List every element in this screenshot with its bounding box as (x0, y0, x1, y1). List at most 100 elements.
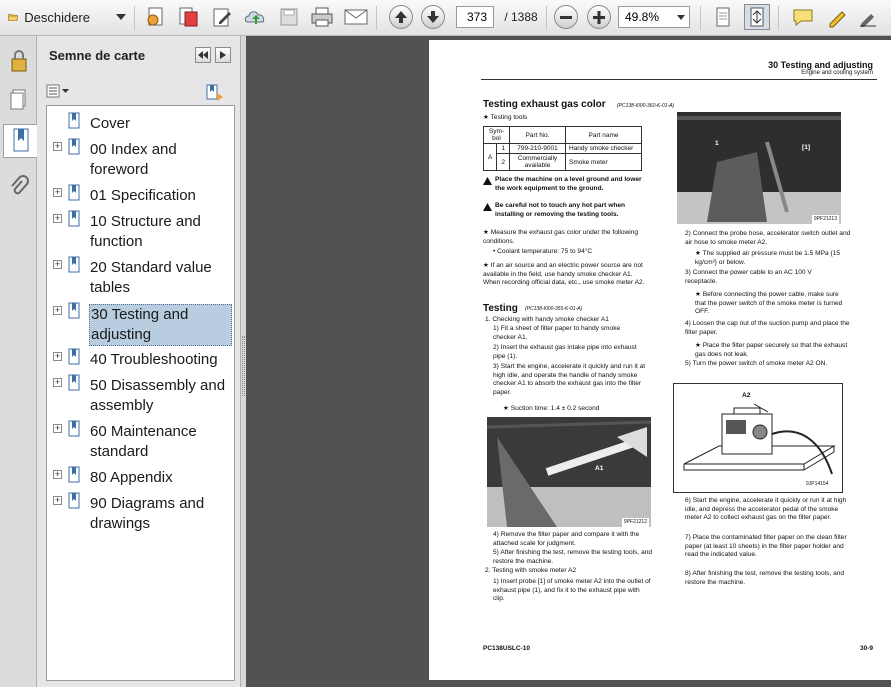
expand-icon[interactable]: + (53, 378, 62, 387)
previous-page-button[interactable] (388, 4, 414, 30)
table-cell: Commercially available (509, 153, 566, 171)
step-text: 1. Checking with handy smoke checker A1 (485, 316, 609, 323)
zoom-out-button[interactable] (553, 4, 579, 30)
bookmark-label: 10 Structure and function (90, 213, 201, 250)
open-label: Deschidere (24, 9, 90, 25)
table-cell: Handy smoke checker (565, 143, 642, 154)
expand-icon[interactable]: + (53, 214, 62, 223)
table-header: Part No. (509, 126, 566, 144)
warning-icon (483, 177, 492, 185)
expand-icon[interactable]: + (53, 260, 62, 269)
step-text: 3) Connect the power cable to an AC 100 … (685, 269, 812, 285)
bookmark-icon (66, 210, 84, 233)
comment-icon[interactable] (790, 4, 816, 30)
expand-panel-button[interactable] (215, 47, 231, 63)
save-icon[interactable] (276, 4, 302, 30)
step-text: 8) After finishing the test, remove the … (685, 570, 845, 586)
table-cell: 2 (496, 153, 510, 171)
collapse-panel-button[interactable] (195, 47, 211, 63)
figure-drawing (683, 403, 836, 475)
testing-heading: Testing (483, 303, 518, 314)
bookmarks-panel: Semne de carte Cover +00 Index and forewo… (37, 36, 240, 687)
toolbar: Deschidere 373 / 1388 49.8% (0, 0, 891, 36)
bookmark-icon (66, 492, 84, 515)
table-cell: Smoke meter (565, 153, 642, 171)
navigation-strip (0, 36, 37, 687)
chevron-down-icon (677, 14, 685, 20)
testing-tools-note: ★ Testing tools (483, 114, 528, 121)
expand-icon[interactable]: + (53, 306, 62, 315)
bookmark-icon (66, 302, 84, 325)
warning-text: Place the machine on a level ground and … (495, 176, 642, 192)
note-text: ★ Measure the exhaust gas color under th… (483, 229, 639, 245)
table-cell: 1 (496, 143, 510, 154)
figure-smoke-meter: A2 9JP14154 (673, 383, 843, 493)
bookmark-icon (13, 128, 28, 152)
step-text: ★ Place the filter paper securely so tha… (695, 342, 848, 358)
footer-left: PC138USLC-10 (483, 645, 530, 652)
options-icon (46, 84, 60, 98)
page-header-subtitle: Engine and cooling system (801, 70, 873, 76)
zoom-value: 49.8% (625, 10, 660, 24)
photo-code: 9PF21213 (811, 215, 839, 224)
attachment-icon[interactable] (3, 170, 34, 204)
photo-smoke-meter: 1 [1] 9PF21213 (677, 112, 841, 224)
photo-label: A1 (595, 465, 604, 472)
right-arrow-icon (220, 51, 226, 59)
expand-icon[interactable]: + (53, 142, 62, 151)
figure-code: 9JP14154 (806, 481, 829, 487)
step-text: 2. Testing with smoke meter A2 (485, 567, 577, 574)
expand-icon[interactable]: + (53, 352, 62, 361)
note-text: ★ If an air source and an electric power… (483, 262, 645, 287)
footer-right: 30-9 (859, 645, 873, 652)
upload-icon[interactable] (242, 4, 270, 30)
create-pdf-icon[interactable] (142, 4, 170, 30)
expand-icon[interactable]: + (53, 424, 62, 433)
pages-icon[interactable] (3, 82, 34, 116)
bookmark-icon (66, 348, 84, 371)
expand-icon[interactable]: + (53, 496, 62, 505)
page-total: / 1388 (504, 10, 538, 24)
bookmarks-tab[interactable] (3, 124, 37, 158)
bookmark-label: 01 Specification (90, 187, 196, 204)
email-icon[interactable] (342, 4, 370, 30)
options-button[interactable] (46, 82, 73, 100)
zoom-in-button[interactable] (586, 4, 612, 30)
step-text: 7) Place the contaminated filter paper o… (685, 534, 847, 559)
warning-text: Be careful not to touch any hot part whe… (495, 202, 626, 218)
panel-title: Semne de carte (49, 48, 146, 63)
toolbar-dropdown-icon[interactable] (112, 4, 130, 30)
arrow-down-icon (427, 11, 439, 23)
expand-icon[interactable]: + (53, 470, 62, 479)
expand-icon[interactable]: + (53, 188, 62, 197)
fit-page-icon[interactable] (744, 4, 770, 30)
bookmark-label: 60 Maintenance standard (90, 423, 197, 460)
open-button[interactable]: Deschidere (8, 4, 90, 30)
bookmark-label: 40 Troubleshooting (90, 351, 218, 368)
bookmark-icon (66, 374, 84, 397)
bookmark-icon (66, 184, 84, 207)
bookmark-icon (66, 420, 84, 443)
print-icon[interactable] (308, 4, 336, 30)
step-text: 1) Insert probe [1] of smoke meter A2 in… (493, 578, 651, 603)
bookmark-icon (66, 466, 84, 489)
next-page-button[interactable] (420, 4, 446, 30)
table-cell: 799-210-9001 (509, 143, 566, 154)
photo-image (487, 417, 651, 527)
plus-icon (593, 11, 605, 24)
fit-width-icon[interactable] (710, 4, 736, 30)
photo-image (677, 112, 841, 224)
combine-files-icon[interactable] (174, 4, 202, 30)
zoom-select[interactable]: 49.8% (618, 6, 690, 28)
bookmark-label: 50 Disassembly and assembly (90, 377, 226, 414)
sign-icon[interactable] (856, 4, 880, 30)
page-number-input[interactable]: 373 (456, 6, 494, 28)
bookmark-icon (66, 138, 84, 161)
edit-form-icon[interactable] (208, 4, 236, 30)
expand-bookmark-icon[interactable] (205, 83, 225, 106)
bookmark-label: 00 Index and foreword (90, 141, 177, 178)
note-text: • Coolant temperature: 75 to 94°C (493, 248, 593, 255)
lock-icon[interactable] (3, 44, 34, 78)
figure-label: A2 (742, 392, 751, 399)
highlight-icon[interactable] (824, 4, 850, 30)
